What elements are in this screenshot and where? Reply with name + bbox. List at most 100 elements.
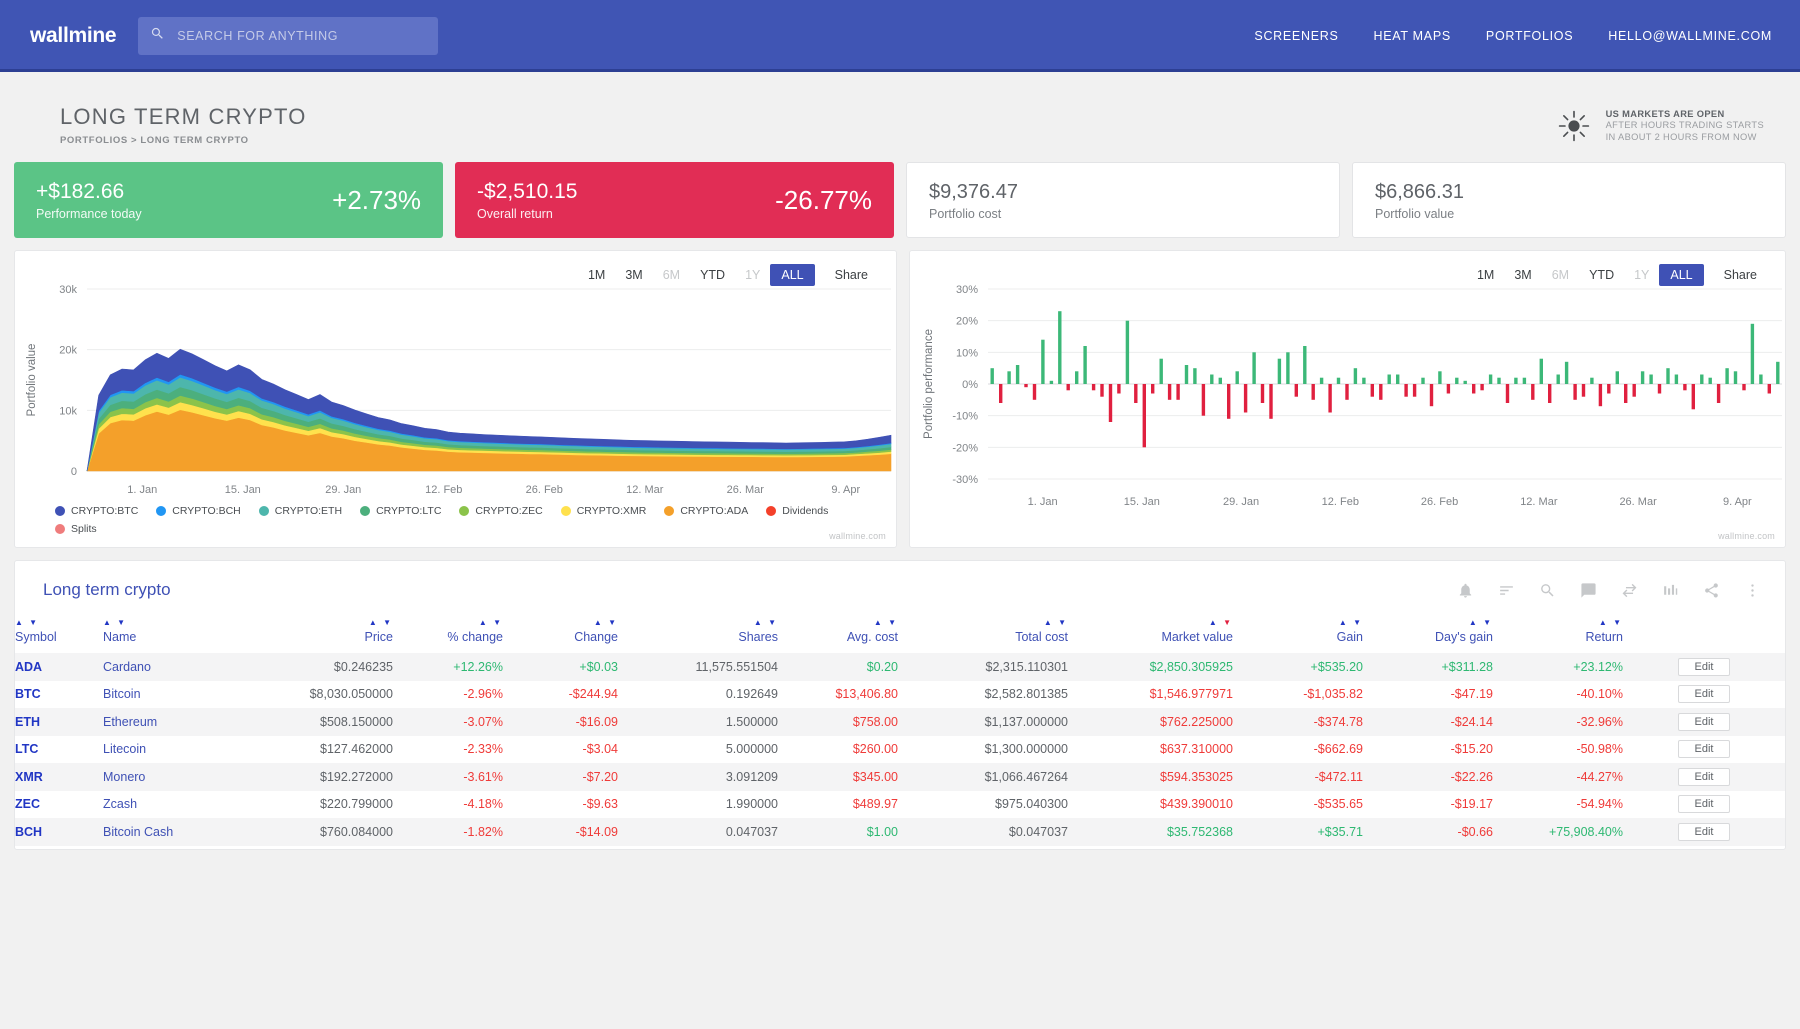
legend-item[interactable]: CRYPTO:LTC	[360, 505, 441, 517]
table-row[interactable]: BCH Bitcoin Cash $760.084000 -1.82% -$14.09 0…	[15, 818, 1785, 846]
column-header-total-cost[interactable]: ▲ ▼ Total cost	[898, 619, 1068, 653]
columns-icon[interactable]	[1662, 582, 1679, 599]
column-header-price[interactable]: ▲ ▼ Price	[253, 619, 393, 653]
legend-item[interactable]: Splits	[55, 523, 97, 535]
sort-desc-icon[interactable]: ▼	[29, 618, 39, 627]
brand-logo[interactable]: wallmine	[30, 24, 117, 48]
cell-gain: +$35.71	[1317, 824, 1363, 839]
sort-arrows[interactable]: ▲ ▼	[1493, 619, 1623, 627]
edit-button[interactable]: Edit	[1677, 767, 1731, 786]
cell-days-gain: -$24.14	[1450, 714, 1493, 729]
sort-asc-icon[interactable]: ▲	[1209, 618, 1219, 627]
legend-item[interactable]: Dividends	[766, 505, 828, 517]
sort-arrows[interactable]: ▲ ▼	[1233, 619, 1363, 627]
sort-asc-icon[interactable]: ▲	[754, 618, 764, 627]
sort-desc-icon[interactable]: ▼	[1353, 618, 1363, 627]
cell-price: $0.246235	[333, 659, 393, 674]
legend-item[interactable]: CRYPTO:BTC	[55, 505, 138, 517]
sort-asc-icon[interactable]: ▲	[369, 618, 379, 627]
edit-button[interactable]: Edit	[1677, 822, 1731, 841]
legend-item[interactable]: CRYPTO:ZEC	[459, 505, 543, 517]
nav-link-screeners[interactable]: SCREENERS	[1254, 29, 1338, 43]
cell-symbol: LTC	[15, 742, 39, 757]
sort-desc-icon[interactable]: ▼	[888, 618, 898, 627]
column-header-return[interactable]: ▲ ▼ Return	[1493, 619, 1623, 653]
legend-item[interactable]: CRYPTO:ETH	[258, 505, 342, 517]
column-header-symbol[interactable]: ▲ ▼ Symbol	[15, 619, 103, 653]
sort-arrows[interactable]: ▲ ▼	[503, 619, 618, 627]
nav-link-account-email[interactable]: HELLO@WALLMINE.COM	[1608, 29, 1772, 43]
search-input[interactable]	[175, 28, 427, 44]
sort-desc-icon[interactable]: ▼	[608, 618, 618, 627]
edit-button[interactable]: Edit	[1677, 740, 1731, 759]
table-row[interactable]: BTC Bitcoin $8,030.050000 -2.96% -$244.94 0.1…	[15, 681, 1785, 709]
edit-button[interactable]: Edit	[1677, 795, 1731, 814]
column-header-change[interactable]: ▲ ▼ Change	[503, 619, 618, 653]
sort-arrows[interactable]: ▲ ▼	[898, 619, 1068, 627]
sort-arrows[interactable]: ▲ ▼	[1068, 619, 1233, 627]
sort-arrows[interactable]: ▲ ▼	[253, 619, 393, 627]
table-row[interactable]: ETH Ethereum $508.150000 -3.07% -$16.09 1.500…	[15, 708, 1785, 736]
sort-asc-icon[interactable]: ▲	[103, 618, 113, 627]
sort-asc-icon[interactable]: ▲	[874, 618, 884, 627]
table-row[interactable]: LTC Litecoin $127.462000 -2.33% -$3.04 5.0000…	[15, 736, 1785, 764]
table-row[interactable]: CASHUSD+$0.000000 Edit	[15, 846, 1785, 850]
column-header-gain[interactable]: ▲ ▼ Gain	[1233, 619, 1363, 653]
sort-asc-icon[interactable]: ▲	[15, 618, 25, 627]
comment-icon[interactable]	[1580, 582, 1597, 599]
legend-item[interactable]: CRYPTO:ADA	[664, 505, 748, 517]
bell-icon[interactable]	[1457, 582, 1474, 599]
nav-link-heat-maps[interactable]: HEAT MAPS	[1374, 29, 1451, 43]
sort-asc-icon[interactable]: ▲	[1044, 618, 1054, 627]
sort-arrows[interactable]: ▲ ▼	[15, 619, 103, 627]
sort-desc-icon[interactable]: ▼	[383, 618, 393, 627]
sort-arrows[interactable]: ▲ ▼	[1363, 619, 1493, 627]
sort-asc-icon[interactable]: ▲	[1339, 618, 1349, 627]
sort-arrows[interactable]: ▲ ▼	[103, 619, 253, 627]
table-row[interactable]: XMR Monero $192.272000 -3.61% -$7.20 3.091209…	[15, 763, 1785, 791]
column-header-change[interactable]: ▲ ▼ % change	[393, 619, 503, 653]
legend-color-swatch	[560, 506, 571, 516]
cell-symbol: CASH	[15, 846, 103, 850]
sort-desc-icon[interactable]: ▼	[768, 618, 778, 627]
column-header-day-s-gain[interactable]: ▲ ▼ Day's gain	[1363, 619, 1493, 653]
search-box[interactable]	[138, 17, 439, 55]
sort-desc-icon[interactable]: ▼	[117, 618, 127, 627]
sort-asc-icon[interactable]: ▲	[1599, 618, 1609, 627]
column-header-avg-cost[interactable]: ▲ ▼ Avg. cost	[778, 619, 898, 653]
sort-arrows[interactable]: ▲ ▼	[778, 619, 898, 627]
sort-desc-icon[interactable]: ▼	[1613, 618, 1623, 627]
table-row[interactable]: ADA Cardano $0.246235 +12.26% +$0.03 11,575.5…	[15, 653, 1785, 681]
sort-icon[interactable]	[1498, 582, 1515, 599]
share-icon[interactable]	[1703, 582, 1720, 599]
sort-asc-icon[interactable]: ▲	[479, 618, 489, 627]
legend-item[interactable]: CRYPTO:BCH	[156, 505, 241, 517]
edit-button[interactable]: Edit	[1677, 657, 1731, 676]
nav-link-portfolios[interactable]: PORTFOLIOS	[1486, 29, 1573, 43]
column-header-name[interactable]: ▲ ▼ Name	[103, 619, 253, 653]
edit-button[interactable]: Edit	[1677, 685, 1731, 704]
search-icon[interactable]	[1539, 582, 1556, 599]
sort-desc-icon[interactable]: ▼	[1223, 618, 1233, 627]
table-title: Long term crypto	[43, 580, 171, 599]
more-vertical-icon[interactable]	[1744, 582, 1761, 599]
svg-text:12. Feb: 12. Feb	[1322, 496, 1359, 508]
svg-text:9. Apr: 9. Apr	[1723, 496, 1752, 508]
column-header-actions[interactable]	[1623, 619, 1785, 653]
legend-item[interactable]: CRYPTO:XMR	[560, 505, 646, 517]
sort-desc-icon[interactable]: ▼	[1058, 618, 1068, 627]
sort-arrows[interactable]: ▲ ▼	[618, 619, 778, 627]
sort-desc-icon[interactable]: ▼	[1483, 618, 1493, 627]
sort-desc-icon[interactable]: ▼	[493, 618, 503, 627]
column-header-shares[interactable]: ▲ ▼ Shares	[618, 619, 778, 653]
sort-arrows[interactable]: ▲ ▼	[393, 619, 503, 627]
sort-asc-icon[interactable]: ▲	[1469, 618, 1479, 627]
table-row[interactable]: ZEC Zcash $220.799000 -4.18% -$9.63 1.990000 $…	[15, 791, 1785, 819]
transfer-icon[interactable]	[1621, 582, 1638, 599]
sort-asc-icon[interactable]: ▲	[594, 618, 604, 627]
column-header-market-value[interactable]: ▲ ▼ Market value	[1068, 619, 1233, 653]
edit-button[interactable]: Edit	[1677, 712, 1731, 731]
watermark: wallmine.com	[829, 531, 886, 541]
cell-actions: Edit	[1623, 708, 1785, 736]
cell-percent-change: -3.07%	[463, 714, 503, 729]
